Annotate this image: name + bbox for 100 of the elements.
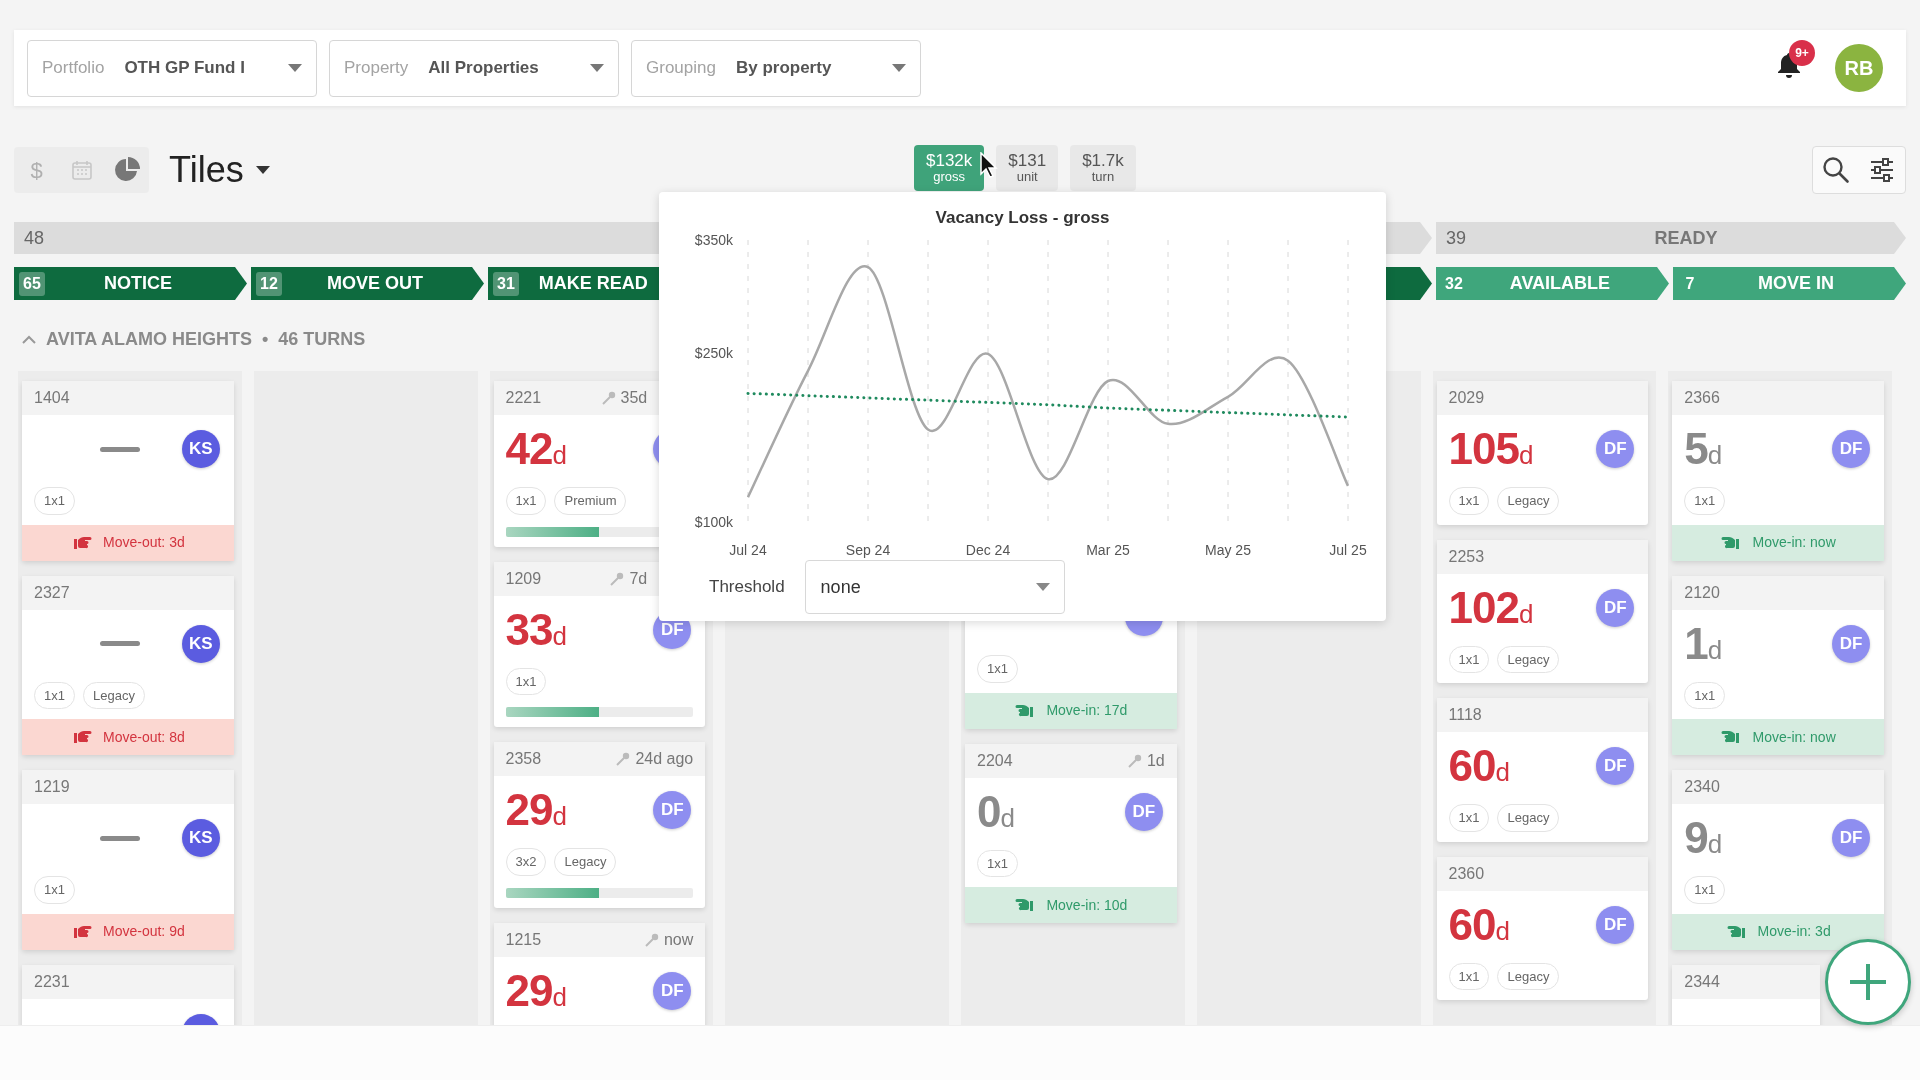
key-icon: [610, 571, 625, 586]
assignee-avatar[interactable]: KS: [181, 624, 220, 663]
filter-label: Portfolio: [42, 57, 105, 80]
caret-icon: [892, 64, 906, 72]
unit-tile[interactable]: 1118 60d DF 1x1 Legacy: [1436, 698, 1649, 842]
unit-number: 2204: [977, 750, 1013, 771]
stage-chip[interactable]: 12 MOVE OUT: [251, 267, 484, 300]
separator-dot: •: [262, 327, 269, 351]
unit-number: 1118: [1448, 705, 1482, 725]
assignee-avatar[interactable]: KS: [181, 430, 220, 468]
filter-dropdown[interactable]: Portfolio OTH GP Fund I: [27, 39, 317, 97]
unit-number: 1215: [505, 929, 542, 950]
unit-tile[interactable]: 2120 1d DF 1x1 Move-in: now: [1672, 575, 1884, 755]
days-count: 33d: [505, 607, 567, 652]
days-count: 1d: [1684, 621, 1723, 666]
unit-tile[interactable]: 2340 9d DF 1x1 Move-in: 3d: [1672, 770, 1884, 950]
unit-tile[interactable]: 2358 24d ago 29d DF 3x2 Legacy: [493, 742, 706, 908]
metric-toggle[interactable]: $1.7k turn: [1070, 145, 1136, 191]
pie-chart-icon: [112, 156, 141, 184]
y-tick-label: $250k: [694, 344, 733, 361]
metric-toggle[interactable]: $132k gross: [914, 145, 985, 191]
unit-tile[interactable]: 2029 105d DF 1x1 Legacy: [1436, 381, 1649, 525]
key-time: 7d: [629, 568, 648, 589]
view-dropdown[interactable]: Tiles: [169, 143, 270, 197]
days-count: 60d: [1448, 744, 1510, 788]
caret-icon: [1035, 583, 1050, 591]
dash-mark: [100, 641, 140, 646]
key-time: 35d: [620, 388, 648, 408]
notification-badge: 9+: [1789, 39, 1815, 66]
unit-tile[interactable]: 2327 KS 1x1 Legacy Move-out: 8d: [22, 575, 234, 755]
cursor-icon: [980, 152, 998, 178]
unit-number: 2340: [1684, 777, 1720, 797]
key-icon: [644, 932, 659, 947]
turn-count: 46 TURNS: [278, 327, 366, 351]
dash-mark: [100, 446, 140, 452]
unit-number: 2360: [1448, 863, 1485, 884]
days-count: 29d: [505, 788, 567, 832]
chevron-up-icon[interactable]: [22, 334, 36, 344]
move-status: Move-in: 10d: [1046, 895, 1128, 915]
unit-number: 2344: [1684, 971, 1720, 992]
move-status: Move-in: now: [1752, 727, 1836, 747]
move-status: Move-out: 8d: [103, 727, 185, 747]
days-count: 0d: [977, 789, 1015, 834]
group-label: READY: [1653, 226, 1719, 250]
days-count: 60d: [1448, 902, 1510, 947]
x-tick-label: May 25: [1205, 542, 1251, 558]
filter-label: Property: [344, 57, 409, 80]
unit-tile[interactable]: 2360 60d DF 1x1 Legacy: [1436, 856, 1649, 1000]
threshold-label: Threshold: [709, 576, 785, 599]
days-count: 5d: [1684, 427, 1723, 471]
x-tick-label: Mar 25: [1086, 542, 1130, 558]
unit-tile[interactable]: 2204 1d 0d DF 1x1 Move-in: 10d: [965, 743, 1177, 923]
days-count: 105d: [1448, 427, 1534, 471]
unit-number: 2029: [1448, 388, 1485, 408]
group-count: 48: [24, 226, 46, 250]
unit-tile[interactable]: 1209 7d 33d DF 1x1: [493, 561, 706, 727]
hand-pointing-right-icon: [71, 730, 93, 744]
unit-tile[interactable]: 1215 now 29d DF: [493, 922, 706, 1025]
unit-number: 2120: [1684, 582, 1720, 603]
hand-pointing-right-icon: [71, 535, 93, 550]
threshold-select[interactable]: none: [804, 560, 1065, 614]
unit-tile[interactable]: 1219 KS 1x1 Move-out: 9d: [22, 770, 234, 950]
filter-dropdown[interactable]: Property All Properties: [329, 39, 619, 97]
hand-pointing-right-icon: [71, 924, 93, 939]
key-time: now: [663, 929, 694, 950]
hand-pointing-left-icon: [1725, 924, 1748, 939]
days-count: 9d: [1684, 816, 1723, 860]
section-title: AVITA ALAMO HEIGHTS: [46, 327, 252, 351]
x-tick-label: Jul 25: [1329, 542, 1367, 558]
unit-number: 1209: [505, 568, 542, 589]
unit-number: 2253: [1448, 546, 1485, 567]
assignee-avatar[interactable]: KS: [181, 819, 220, 857]
group-count: 39: [1446, 226, 1468, 250]
unit-number: 1404: [34, 388, 70, 408]
stage-chip[interactable]: 7 MOVE IN: [1673, 267, 1906, 300]
stage-chip[interactable]: 32 AVAILABLE: [1436, 267, 1669, 300]
move-status: Move-in: 3d: [1757, 922, 1831, 941]
unit-tile[interactable]: 1404 KS 1x1 Move-out: 3d: [22, 381, 234, 561]
metric-toggle[interactable]: $131 unit: [996, 145, 1059, 191]
key-time: 24d ago: [635, 749, 694, 769]
key-icon: [1127, 753, 1142, 768]
filter-value: By property: [735, 57, 833, 80]
unit-number: 2221: [505, 388, 542, 408]
x-tick-label: Dec 24: [965, 542, 1011, 558]
plus-icon: [1848, 962, 1888, 1002]
days-count: 42d: [505, 427, 567, 471]
x-tick-label: Jul 24: [729, 542, 767, 558]
y-tick-label: $350k: [694, 232, 733, 248]
unit-tile[interactable]: 2253 102d DF 1x1 Legacy: [1436, 539, 1649, 683]
dash-mark: [100, 835, 140, 841]
unit-number: 2366: [1684, 388, 1720, 408]
unit-tile[interactable]: 2231: [22, 964, 234, 1025]
unit-tile[interactable]: 2366 5d DF 1x1 Move-in: now: [1672, 381, 1884, 561]
unit-number: 2231: [34, 971, 70, 992]
move-status: Move-in: 17d: [1046, 701, 1128, 720]
filter-value: All Properties: [428, 57, 540, 80]
stage-chip[interactable]: 65 NOTICE: [14, 267, 247, 300]
move-status: Move-out: 9d: [103, 922, 185, 941]
filter-dropdown[interactable]: Grouping By property: [631, 39, 921, 97]
unit-tile[interactable]: 2344: [1672, 964, 1820, 1025]
